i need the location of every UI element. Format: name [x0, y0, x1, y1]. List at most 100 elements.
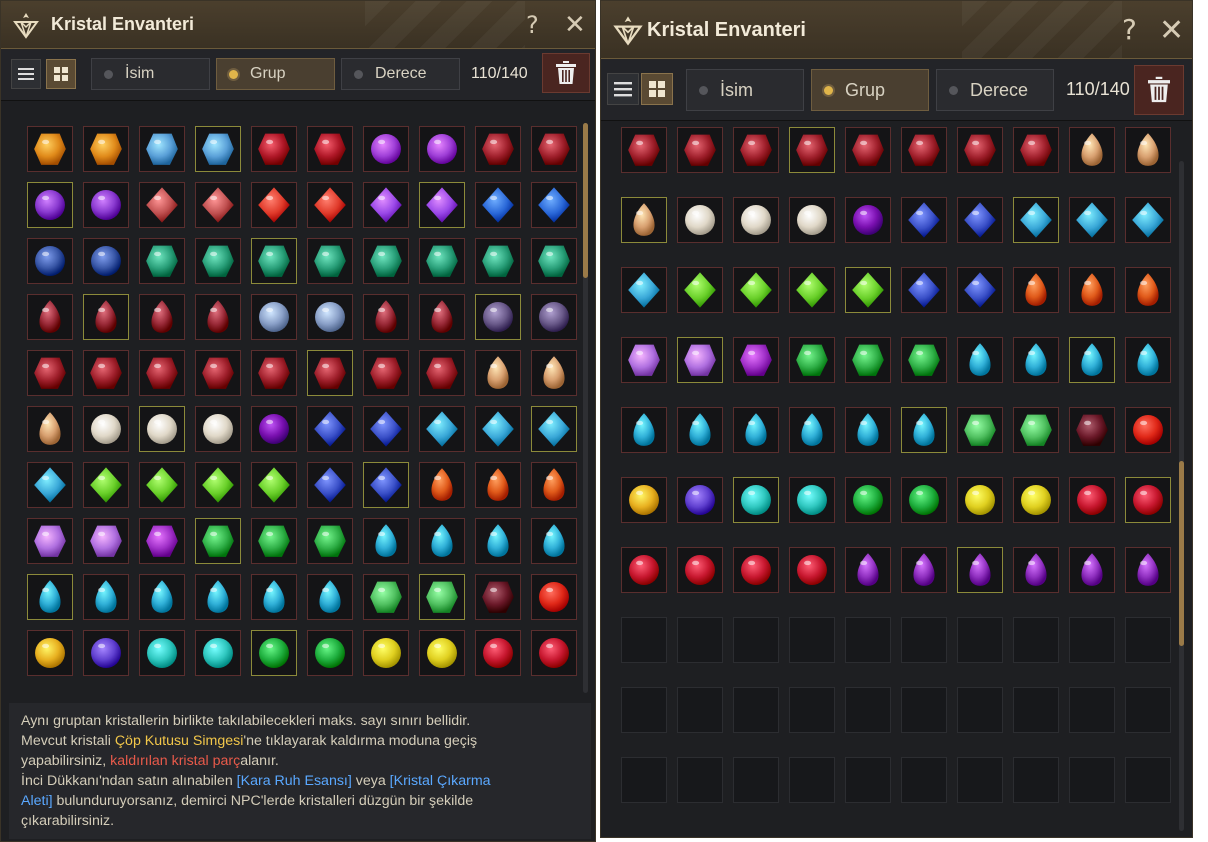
- close-icon[interactable]: ✕: [564, 10, 586, 40]
- help-icon[interactable]: ?: [526, 11, 539, 39]
- crystal-slot[interactable]: [307, 294, 353, 340]
- title-bar[interactable]: Kristal Envanteri ? ✕: [1, 1, 595, 49]
- crystal-slot[interactable]: [1013, 267, 1059, 313]
- crystal-slot[interactable]: [363, 294, 409, 340]
- crystal-slot[interactable]: [901, 477, 947, 523]
- crystal-slot[interactable]: [1013, 337, 1059, 383]
- empty-slot[interactable]: [957, 617, 1003, 663]
- info-link-extractor-cont[interactable]: Aleti]: [21, 793, 53, 809]
- crystal-slot[interactable]: [845, 407, 891, 453]
- crystal-slot[interactable]: [83, 406, 129, 452]
- crystal-slot[interactable]: [83, 238, 129, 284]
- crystal-slot[interactable]: [901, 267, 947, 313]
- help-icon[interactable]: ?: [1122, 13, 1137, 46]
- crystal-slot[interactable]: [901, 337, 947, 383]
- crystal-slot[interactable]: [139, 350, 185, 396]
- sort-by-grade-radio[interactable]: Derece: [341, 58, 460, 90]
- empty-slot[interactable]: [1069, 617, 1115, 663]
- crystal-slot[interactable]: [307, 462, 353, 508]
- crystal-slot[interactable]: [1069, 197, 1115, 243]
- crystal-slot[interactable]: [845, 477, 891, 523]
- crystal-slot[interactable]: [139, 294, 185, 340]
- crystal-slot[interactable]: [251, 126, 297, 172]
- crystal-slot[interactable]: [363, 350, 409, 396]
- crystal-slot[interactable]: [27, 126, 73, 172]
- crystal-slot[interactable]: [475, 462, 521, 508]
- crystal-slot[interactable]: [531, 350, 577, 396]
- crystal-slot[interactable]: [1069, 477, 1115, 523]
- crystal-slot[interactable]: [789, 197, 835, 243]
- crystal-slot[interactable]: [363, 238, 409, 284]
- crystal-slot[interactable]: [139, 406, 185, 452]
- crystal-slot[interactable]: [1069, 547, 1115, 593]
- crystal-slot[interactable]: [677, 547, 723, 593]
- scrollbar[interactable]: [1179, 161, 1184, 831]
- crystal-slot[interactable]: [621, 477, 667, 523]
- crystal-slot[interactable]: [475, 630, 521, 676]
- crystal-slot[interactable]: [677, 337, 723, 383]
- crystal-slot[interactable]: [195, 462, 241, 508]
- crystal-slot[interactable]: [1125, 407, 1171, 453]
- crystal-slot[interactable]: [27, 238, 73, 284]
- crystal-slot[interactable]: [475, 350, 521, 396]
- empty-slot[interactable]: [1125, 687, 1171, 733]
- crystal-slot[interactable]: [307, 182, 353, 228]
- crystal-slot[interactable]: [27, 518, 73, 564]
- crystal-slot[interactable]: [139, 574, 185, 620]
- crystal-slot[interactable]: [139, 238, 185, 284]
- crystal-slot[interactable]: [789, 337, 835, 383]
- crystal-slot[interactable]: [677, 477, 723, 523]
- empty-slot[interactable]: [901, 757, 947, 803]
- empty-slot[interactable]: [621, 757, 667, 803]
- crystal-slot[interactable]: [475, 182, 521, 228]
- empty-slot[interactable]: [789, 617, 835, 663]
- crystal-slot[interactable]: [251, 630, 297, 676]
- crystal-slot[interactable]: [901, 127, 947, 173]
- empty-slot[interactable]: [789, 757, 835, 803]
- crystal-slot[interactable]: [531, 238, 577, 284]
- crystal-slot[interactable]: [733, 407, 779, 453]
- crystal-slot[interactable]: [195, 406, 241, 452]
- list-view-button[interactable]: [607, 73, 639, 105]
- crystal-slot[interactable]: [195, 574, 241, 620]
- crystal-slot[interactable]: [419, 294, 465, 340]
- crystal-slot[interactable]: [195, 630, 241, 676]
- empty-slot[interactable]: [733, 757, 779, 803]
- crystal-slot[interactable]: [27, 574, 73, 620]
- crystal-slot[interactable]: [733, 547, 779, 593]
- empty-slot[interactable]: [901, 687, 947, 733]
- crystal-slot[interactable]: [307, 238, 353, 284]
- crystal-slot[interactable]: [789, 407, 835, 453]
- crystal-slot[interactable]: [363, 630, 409, 676]
- empty-slot[interactable]: [1125, 757, 1171, 803]
- crystal-slot[interactable]: [419, 126, 465, 172]
- crystal-slot[interactable]: [733, 197, 779, 243]
- crystal-slot[interactable]: [195, 294, 241, 340]
- crystal-slot[interactable]: [789, 547, 835, 593]
- crystal-slot[interactable]: [1125, 267, 1171, 313]
- crystal-slot[interactable]: [1125, 337, 1171, 383]
- crystal-slot[interactable]: [83, 518, 129, 564]
- crystal-slot[interactable]: [531, 462, 577, 508]
- crystal-slot[interactable]: [475, 518, 521, 564]
- crystal-slot[interactable]: [1069, 127, 1115, 173]
- crystal-slot[interactable]: [419, 238, 465, 284]
- crystal-slot[interactable]: [419, 462, 465, 508]
- crystal-slot[interactable]: [83, 126, 129, 172]
- empty-slot[interactable]: [1013, 617, 1059, 663]
- crystal-slot[interactable]: [363, 462, 409, 508]
- crystal-slot[interactable]: [1125, 197, 1171, 243]
- crystal-slot[interactable]: [531, 518, 577, 564]
- crystal-slot[interactable]: [1069, 337, 1115, 383]
- sort-by-name-radio[interactable]: İsim: [91, 58, 210, 90]
- info-link-essence[interactable]: [Kara Ruh Esansı]: [237, 773, 352, 789]
- crystal-slot[interactable]: [83, 182, 129, 228]
- crystal-slot[interactable]: [139, 462, 185, 508]
- crystal-slot[interactable]: [195, 182, 241, 228]
- crystal-slot[interactable]: [677, 127, 723, 173]
- empty-slot[interactable]: [621, 687, 667, 733]
- crystal-slot[interactable]: [621, 127, 667, 173]
- empty-slot[interactable]: [845, 687, 891, 733]
- empty-slot[interactable]: [733, 687, 779, 733]
- crystal-slot[interactable]: [677, 197, 723, 243]
